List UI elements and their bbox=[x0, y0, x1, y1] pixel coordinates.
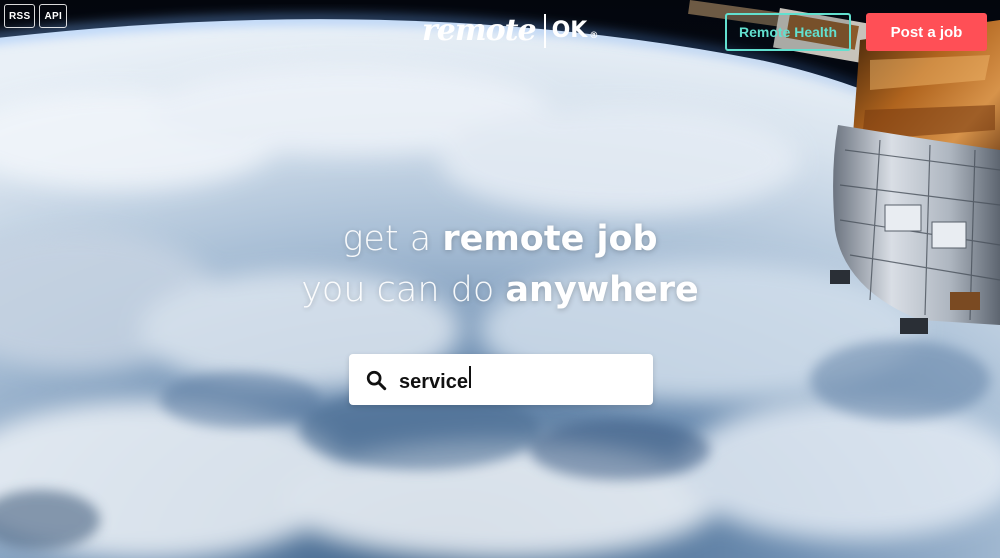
post-a-job-button[interactable]: Post a job bbox=[866, 13, 987, 51]
rss-feed-link[interactable]: RSS bbox=[4, 4, 36, 28]
text-caret bbox=[468, 365, 471, 388]
hero-headline: get a remote job you can do anywhere bbox=[0, 214, 1000, 316]
headline-line-1-light: get a bbox=[342, 219, 443, 259]
logo-wordmark: remote bbox=[422, 13, 537, 48]
headline-line-1: get a remote job bbox=[0, 214, 1000, 265]
search-box[interactable]: service bbox=[349, 354, 653, 405]
site-logo[interactable]: remote OK ® bbox=[422, 14, 598, 48]
feed-links: RSS API bbox=[4, 4, 68, 28]
logo-divider bbox=[543, 14, 546, 48]
api-link[interactable]: API bbox=[39, 4, 68, 28]
headline-line-2-bold: anywhere bbox=[505, 270, 699, 310]
logo-suffix: OK bbox=[551, 18, 588, 43]
remote-health-button[interactable]: Remote Health bbox=[725, 13, 851, 51]
search-input-value: service bbox=[399, 370, 468, 393]
search-icon bbox=[366, 370, 387, 390]
registered-mark: ® bbox=[589, 31, 599, 41]
headline-line-2-light: you can do bbox=[301, 270, 506, 310]
search-input[interactable]: service bbox=[399, 365, 629, 394]
headline-line-1-bold: remote job bbox=[442, 219, 658, 259]
headline-line-2: you can do anywhere bbox=[0, 265, 1000, 316]
